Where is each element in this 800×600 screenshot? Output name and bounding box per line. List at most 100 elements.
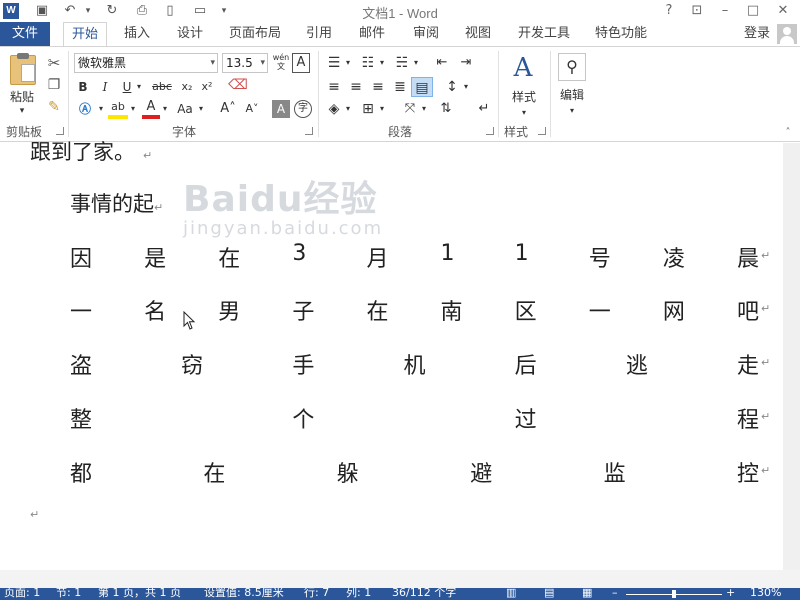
bullets-dropdown-icon[interactable]: ▾ bbox=[343, 53, 353, 73]
italic-icon[interactable]: I bbox=[96, 77, 114, 97]
font-launcher-icon[interactable] bbox=[305, 127, 313, 135]
font-name-combo[interactable]: 微软雅黑 ▾ bbox=[74, 53, 218, 73]
chevron-down-icon[interactable]: ▾ bbox=[210, 54, 215, 72]
status-pages[interactable]: 第 1 页，共 1 页 bbox=[98, 588, 181, 599]
phonetic-guide-icon[interactable]: wén 文 bbox=[272, 53, 290, 73]
paste-icon[interactable] bbox=[10, 53, 36, 85]
cut-icon[interactable]: ✂ bbox=[44, 53, 64, 73]
zoom-level[interactable]: 130% bbox=[750, 588, 781, 599]
print-layout-icon[interactable]: ▤ bbox=[544, 588, 554, 599]
status-col[interactable]: 列: 1 bbox=[346, 588, 371, 599]
styles-icon[interactable]: A bbox=[508, 53, 538, 83]
enclose-characters-icon[interactable]: 字 bbox=[294, 100, 312, 118]
web-layout-icon[interactable]: ▦ bbox=[582, 588, 592, 599]
status-section[interactable]: 节: 1 bbox=[56, 588, 81, 599]
tab-special-features[interactable]: 特色功能 bbox=[590, 22, 652, 46]
status-page[interactable]: 页面: 1 bbox=[4, 588, 40, 599]
text-effects-dropdown-icon[interactable]: ▾ bbox=[96, 99, 106, 119]
copy-icon[interactable]: ❐ bbox=[44, 75, 64, 95]
numbering-icon[interactable]: ☷ bbox=[358, 53, 378, 73]
shading-dropdown-icon[interactable]: ▾ bbox=[343, 99, 353, 119]
character: 男 bbox=[218, 300, 241, 325]
format-painter-icon[interactable]: ✎ bbox=[44, 97, 64, 117]
align-left-icon[interactable]: ≡ bbox=[324, 77, 344, 97]
tab-review[interactable]: 审阅 bbox=[406, 22, 446, 46]
clear-formatting-icon[interactable]: ⌫ bbox=[228, 75, 248, 95]
multilevel-list-icon[interactable]: ☵ bbox=[392, 53, 412, 73]
chinese-layout-dropdown-icon[interactable]: ▾ bbox=[419, 99, 429, 119]
tab-references[interactable]: 引用 bbox=[300, 22, 338, 46]
paragraph-launcher-icon[interactable] bbox=[486, 127, 494, 135]
styles-dropdown-icon[interactable]: ▾ bbox=[516, 103, 532, 123]
zoom-slider-thumb[interactable] bbox=[672, 590, 676, 598]
clipboard-launcher-icon[interactable] bbox=[56, 127, 64, 135]
superscript-icon[interactable]: x² bbox=[198, 77, 216, 97]
chevron-down-icon[interactable]: ▾ bbox=[260, 54, 265, 72]
document-canvas[interactable]: Baidu经验 jingyan.baidu.com 跟到了家。 ↵ 事情的起↵ 因… bbox=[0, 140, 800, 570]
grow-font-icon[interactable]: A˄ bbox=[220, 99, 236, 119]
tab-view[interactable]: 视图 bbox=[458, 22, 498, 46]
character-border-icon[interactable]: A bbox=[292, 53, 310, 73]
font-size-combo[interactable]: 13.5 ▾ bbox=[222, 53, 268, 73]
collapse-ribbon-icon[interactable]: ˄ bbox=[780, 123, 796, 143]
shrink-font-icon[interactable]: A˅ bbox=[244, 99, 260, 119]
find-binoculars-icon[interactable]: ⚲ bbox=[558, 53, 586, 81]
tab-mailings[interactable]: 邮件 bbox=[352, 22, 392, 46]
borders-dropdown-icon[interactable]: ▾ bbox=[377, 99, 387, 119]
zoom-out-icon[interactable]: – bbox=[612, 588, 618, 599]
highlight-dropdown-icon[interactable]: ▾ bbox=[128, 99, 138, 119]
maximize-icon[interactable]: □ bbox=[742, 1, 764, 21]
minimize-icon[interactable]: – bbox=[714, 1, 736, 21]
character: 过 bbox=[514, 408, 537, 433]
distributed-align-icon[interactable]: ▤ bbox=[411, 77, 433, 97]
align-center-icon[interactable]: ≡ bbox=[346, 77, 366, 97]
multilevel-dropdown-icon[interactable]: ▾ bbox=[411, 53, 421, 73]
strikethrough-icon[interactable]: abc bbox=[150, 77, 174, 97]
avatar[interactable] bbox=[777, 24, 797, 44]
line-spacing-icon[interactable]: ↕ bbox=[442, 77, 462, 97]
tab-page-layout[interactable]: 页面布局 bbox=[224, 22, 286, 46]
character-shading-icon[interactable]: A bbox=[272, 100, 290, 118]
chinese-layout-icon[interactable]: ⤧ bbox=[400, 99, 420, 119]
status-position[interactable]: 设置值: 8.5厘米 bbox=[204, 588, 284, 599]
shading-icon[interactable]: ◈ bbox=[324, 99, 344, 119]
change-case-icon[interactable]: Aa bbox=[174, 99, 196, 119]
tab-file[interactable]: 文件 bbox=[0, 22, 50, 46]
tab-design[interactable]: 设计 bbox=[170, 22, 210, 46]
justify-icon[interactable]: ≣ bbox=[390, 77, 410, 97]
styles-launcher-icon[interactable] bbox=[538, 127, 546, 135]
bullets-icon[interactable]: ☰ bbox=[324, 53, 344, 73]
paste-dropdown-icon[interactable]: ▾ bbox=[14, 101, 30, 121]
bold-icon[interactable]: B bbox=[74, 77, 92, 97]
underline-dropdown-icon[interactable]: ▾ bbox=[134, 77, 144, 97]
font-color-dropdown-icon[interactable]: ▾ bbox=[160, 99, 170, 119]
vertical-scrollbar[interactable] bbox=[783, 143, 800, 570]
status-row[interactable]: 行: 7 bbox=[304, 588, 329, 599]
show-marks-icon[interactable]: ↵ bbox=[474, 99, 494, 119]
align-right-icon[interactable]: ≡ bbox=[368, 77, 388, 97]
tab-home[interactable]: 开始 bbox=[63, 22, 107, 46]
highlight-icon[interactable]: ab bbox=[108, 99, 128, 119]
status-words[interactable]: 36/112 个字 bbox=[392, 588, 456, 599]
borders-icon[interactable]: ⊞ bbox=[358, 99, 378, 119]
numbering-dropdown-icon[interactable]: ▾ bbox=[377, 53, 387, 73]
read-mode-icon[interactable]: ▥ bbox=[506, 588, 516, 599]
increase-indent-icon[interactable]: ⇥ bbox=[456, 53, 476, 73]
sort-icon[interactable]: ⇅ bbox=[436, 99, 456, 119]
zoom-in-icon[interactable]: + bbox=[726, 588, 735, 599]
decrease-indent-icon[interactable]: ⇤ bbox=[432, 53, 452, 73]
editing-dropdown-icon[interactable]: ▾ bbox=[564, 101, 580, 121]
change-case-dropdown-icon[interactable]: ▾ bbox=[196, 99, 206, 119]
tab-insert[interactable]: 插入 bbox=[118, 22, 156, 46]
close-icon[interactable]: ✕ bbox=[772, 1, 794, 21]
ribbon-display-icon[interactable]: ⊡ bbox=[686, 1, 708, 21]
subscript-icon[interactable]: x₂ bbox=[178, 77, 196, 97]
help-icon[interactable]: ? bbox=[658, 1, 680, 21]
character: 整 bbox=[70, 408, 93, 433]
text-effects-icon[interactable]: Ⓐ bbox=[74, 99, 96, 119]
font-color-icon[interactable]: A bbox=[142, 99, 160, 119]
tab-developer[interactable]: 开发工具 bbox=[512, 22, 576, 46]
line-spacing-dropdown-icon[interactable]: ▾ bbox=[461, 77, 471, 97]
login-link[interactable]: 登录 bbox=[744, 22, 770, 46]
character: 月 bbox=[366, 247, 389, 272]
